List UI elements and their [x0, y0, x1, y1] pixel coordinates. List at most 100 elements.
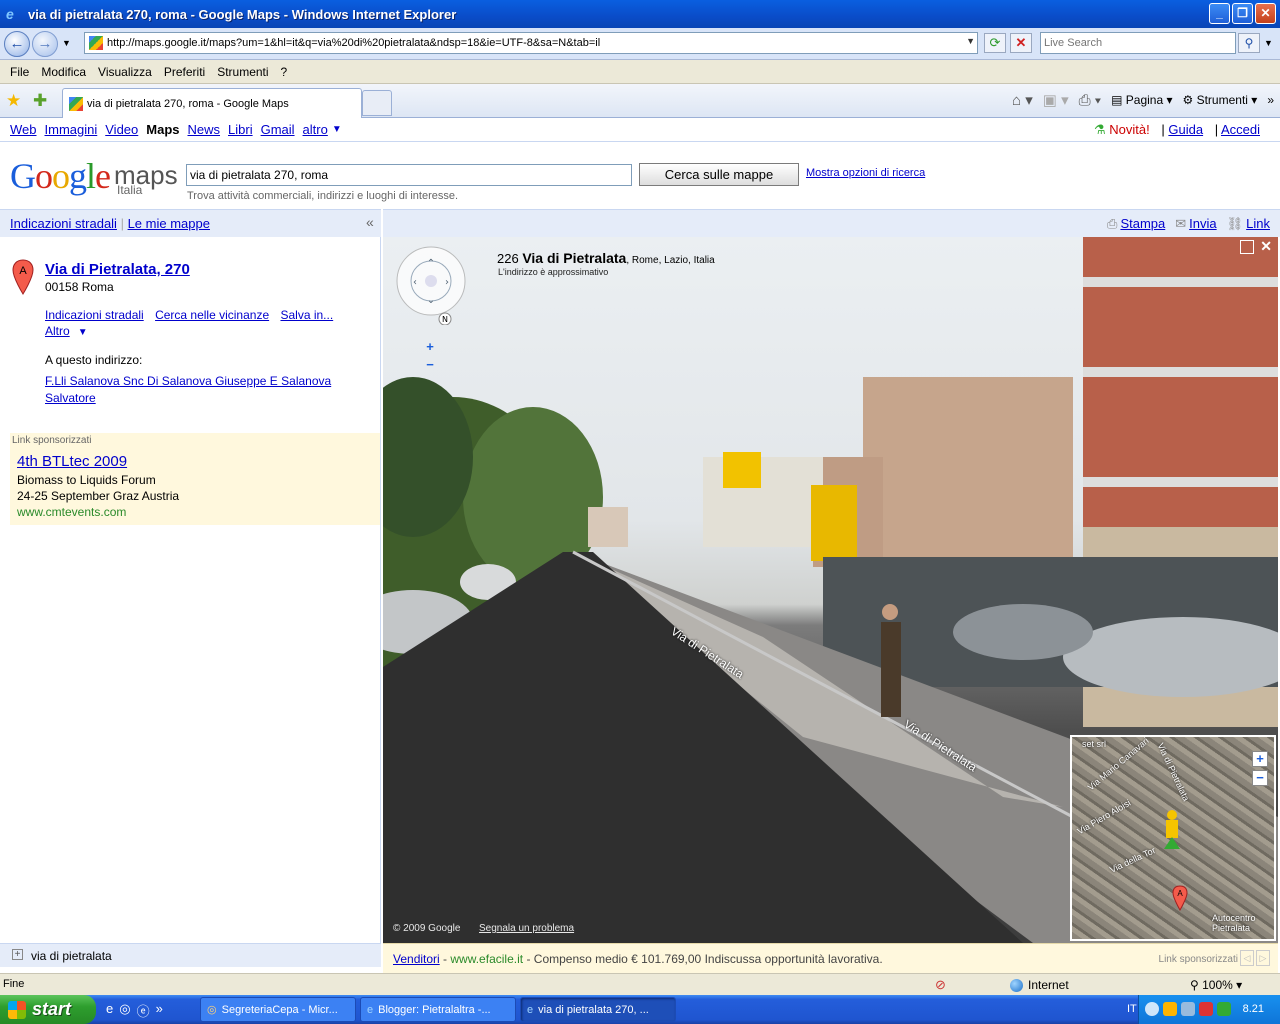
new-tab-button[interactable] — [362, 90, 392, 116]
business-link[interactable]: F.Lli Salanova Snc Di Salanova Giuseppe … — [45, 373, 365, 407]
gbar-images-link[interactable]: Immagini — [45, 122, 98, 137]
zoom-level[interactable]: ⚲ 100% ▾ — [1190, 978, 1242, 992]
ie-alt-quicklaunch-icon[interactable]: ⓔ — [137, 1001, 150, 1020]
svg-text:⌄: ⌄ — [427, 295, 435, 306]
menu-file[interactable]: File — [4, 65, 35, 79]
maximize-button[interactable]: ❐ — [1232, 3, 1253, 24]
feeds-icon[interactable]: ▣ ▾ — [1043, 91, 1069, 109]
result-save-link[interactable]: Salva in... — [280, 308, 333, 322]
url-field[interactable]: http://maps.google.it/maps?um=1&hl=it&q=… — [84, 32, 978, 54]
favorites-star-icon[interactable]: ★ — [6, 91, 21, 111]
guida-link[interactable]: Guida — [1168, 122, 1203, 137]
maps-search-input[interactable] — [186, 164, 632, 186]
minimap-zoom-out-button[interactable]: − — [1252, 770, 1268, 786]
history-dropdown-icon[interactable]: ▼ — [62, 38, 71, 48]
expand-plus-icon[interactable]: + — [12, 949, 23, 960]
directions-link[interactable]: Indicazioni stradali — [10, 216, 117, 231]
gbar-web-link[interactable]: Web — [10, 122, 37, 137]
print-map-link-wrap[interactable]: ⎙ Stampa — [1107, 216, 1165, 232]
close-button[interactable]: ✕ — [1255, 3, 1276, 24]
quicklaunch-more-icon[interactable]: » — [156, 1001, 163, 1020]
page-menu[interactable]: ▤ Pagina ▾ — [1111, 93, 1172, 107]
novita-link[interactable]: Novità! — [1109, 122, 1149, 137]
street-view-minimap[interactable]: set srl Via Mario Canavari Via di Pietra… — [1070, 735, 1276, 941]
svg-text:›: › — [445, 277, 449, 288]
permalink-link[interactable]: Link — [1246, 216, 1270, 231]
outlook-quicklaunch-icon[interactable]: ◎ — [119, 1001, 130, 1020]
live-search-input[interactable] — [1041, 33, 1231, 53]
refresh-button[interactable]: ⟳ — [984, 33, 1006, 53]
stop-button[interactable]: ✕ — [1010, 33, 1032, 53]
taskbar-item-blogger[interactable]: e Blogger: Pietralaltra -... — [360, 997, 516, 1022]
tray-network-icon[interactable] — [1181, 1002, 1195, 1016]
fullscreen-expand-icon[interactable] — [1240, 240, 1254, 254]
tray-security-icon[interactable] — [1199, 1002, 1213, 1016]
bottom-ad-link[interactable]: Venditori — [393, 952, 440, 966]
advanced-search-link[interactable]: Mostra opzioni di ricerca — [806, 167, 925, 179]
gbar-books-link[interactable]: Libri — [228, 122, 253, 137]
tray-antivirus-icon[interactable] — [1217, 1002, 1231, 1016]
google-logo[interactable]: Google — [10, 155, 111, 197]
sv-close-icon[interactable]: ✕ — [1260, 238, 1272, 255]
tray-back-icon[interactable] — [1145, 1002, 1159, 1016]
menu-visualizza[interactable]: Visualizza — [92, 65, 158, 79]
result-title-link[interactable]: Via di Pietralata, 270 — [45, 261, 190, 278]
result-more-link[interactable]: Altro — [45, 324, 70, 338]
chevron-more-icon[interactable]: » — [1267, 93, 1274, 107]
sv-zoom-in-button[interactable]: + — [423, 340, 437, 354]
tray-outlook-icon[interactable] — [1163, 1002, 1177, 1016]
compass-pan-control[interactable]: ⌃ ⌄ ‹ › N — [395, 245, 467, 325]
popup-blocker-icon[interactable]: ⊘ — [935, 977, 946, 993]
start-button[interactable]: start — [0, 995, 96, 1024]
at-address-label: A questo indirizzo: — [45, 353, 143, 367]
live-search-box[interactable] — [1040, 32, 1236, 54]
back-button[interactable]: ← — [4, 31, 30, 57]
add-favorite-icon[interactable]: ✚ — [33, 91, 47, 111]
ad-next-button[interactable]: ▷ — [1256, 950, 1270, 966]
minimize-button[interactable]: _ — [1209, 3, 1230, 24]
gbar-news-link[interactable]: News — [188, 122, 221, 137]
pegman-icon[interactable] — [1160, 809, 1184, 849]
url-dropdown-icon[interactable]: ▼ — [966, 36, 975, 46]
accedi-link[interactable]: Accedi — [1221, 122, 1260, 137]
result-nearby-link[interactable]: Cerca nelle vicinanze — [155, 308, 269, 322]
ie-icon: e — [367, 1003, 374, 1016]
taskbar-item-google-maps[interactable]: e via di pietralata 270, ... — [520, 997, 676, 1022]
send-link[interactable]: Invia — [1189, 216, 1216, 231]
gbar-gmail-link[interactable]: Gmail — [261, 122, 295, 137]
my-maps-link[interactable]: Le mie mappe — [128, 216, 210, 231]
marker-a-icon[interactable]: A — [1172, 885, 1188, 911]
menu-strumenti[interactable]: Strumenti — [211, 65, 274, 79]
report-problem-link[interactable]: Segnala un problema — [479, 923, 574, 934]
link-link-wrap[interactable]: ⛓ Link — [1227, 216, 1270, 232]
marker-a-icon[interactable]: A — [12, 259, 34, 295]
home-icon[interactable]: ⌂ ▾ — [1012, 91, 1033, 109]
sv-zoom-out-button[interactable]: − — [423, 358, 437, 372]
send-link-wrap[interactable]: ✉ Invia — [1175, 216, 1216, 232]
gbar-video-link[interactable]: Video — [105, 122, 138, 137]
gbar-more-link[interactable]: altro — [303, 122, 328, 137]
history-query[interactable]: via di pietralata — [31, 949, 112, 963]
print-icon[interactable]: ⎙ ▾ — [1079, 92, 1101, 109]
taskbar-item-outlook[interactable]: ◎ SegreteriaCepa - Micr... — [200, 997, 356, 1022]
search-maps-button[interactable]: Cerca sulle mappe — [639, 163, 799, 186]
forward-button[interactable]: → — [32, 31, 58, 57]
menu-modifica[interactable]: Modifica — [35, 65, 92, 79]
ad-title-link[interactable]: 4th BTLtec 2009 — [17, 453, 127, 470]
search-options-dropdown-icon[interactable]: ▼ — [1264, 38, 1273, 48]
print-map-link[interactable]: Stampa — [1120, 216, 1165, 231]
svg-text:A: A — [19, 265, 27, 277]
language-indicator[interactable]: IT — [1127, 1003, 1137, 1015]
minimap-zoom-in-button[interactable]: + — [1252, 751, 1268, 767]
ad-prev-button[interactable]: ◁ — [1240, 950, 1254, 966]
collapse-panel-icon[interactable]: « — [366, 214, 374, 230]
menu-help[interactable]: ? — [275, 65, 294, 79]
ie-quicklaunch-icon[interactable]: e — [106, 1001, 113, 1020]
search-go-button[interactable]: ⚲ — [1238, 33, 1260, 53]
menu-preferiti[interactable]: Preferiti — [158, 65, 211, 79]
chevron-down-icon: ▼ — [331, 124, 342, 135]
result-directions-link[interactable]: Indicazioni stradali — [45, 308, 144, 322]
tab-google-maps[interactable]: via di pietralata 270, roma - Google Map… — [62, 88, 362, 118]
tools-menu[interactable]: ⚙ Strumenti ▾ — [1183, 93, 1258, 107]
minimap-label: Via della Tor — [1108, 845, 1158, 875]
